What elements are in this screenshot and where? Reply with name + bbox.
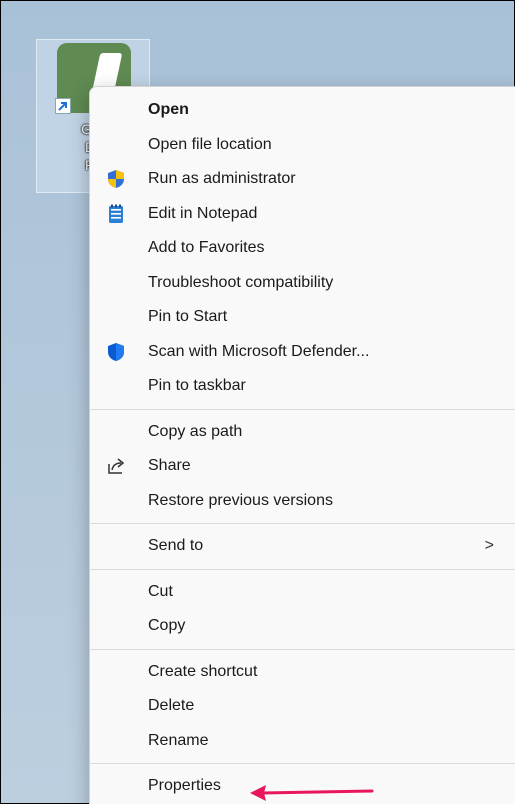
menu-item-label: Properties [148, 777, 221, 795]
menu-item-copy[interactable]: Copy [90, 609, 515, 644]
menu-item-label: Cut [148, 582, 173, 600]
context-menu: Open Open file location Run as administr… [89, 86, 515, 804]
menu-item-run-as-administrator[interactable]: Run as administrator [90, 162, 515, 197]
menu-item-add-to-favorites[interactable]: Add to Favorites [90, 231, 515, 266]
shortcut-arrow-icon [55, 98, 71, 114]
menu-item-cut[interactable]: Cut [90, 575, 515, 610]
menu-item-create-shortcut[interactable]: Create shortcut [90, 655, 515, 690]
menu-item-pin-to-start[interactable]: Pin to Start [90, 300, 515, 335]
menu-item-copy-as-path[interactable]: Copy as path [90, 415, 515, 450]
menu-item-rename[interactable]: Rename [90, 724, 515, 759]
menu-separator [90, 408, 515, 410]
chevron-right-icon: > [484, 537, 494, 555]
menu-item-troubleshoot-compatibility[interactable]: Troubleshoot compatibility [90, 266, 515, 301]
menu-item-pin-to-taskbar[interactable]: Pin to taskbar [90, 369, 515, 404]
menu-item-label: Open file location [148, 135, 272, 153]
menu-item-delete[interactable]: Delete [90, 689, 515, 724]
menu-item-send-to[interactable]: Send to > [90, 529, 515, 564]
menu-item-label: Pin to Start [148, 308, 228, 326]
annotation-arrow-icon [250, 785, 374, 801]
menu-item-restore-previous-versions[interactable]: Restore previous versions [90, 484, 515, 519]
menu-item-share[interactable]: Share [90, 449, 515, 484]
menu-separator [90, 523, 515, 524]
menu-item-label: Troubleshoot compatibility [148, 273, 334, 291]
menu-separator [90, 763, 515, 764]
menu-item-label: Send to [148, 537, 204, 555]
menu-item-edit-in-notepad[interactable]: Edit in Notepad [90, 197, 515, 232]
menu-separator [90, 648, 515, 650]
notepad-icon [106, 204, 126, 224]
menu-item-label: Scan with Microsoft Defender... [148, 342, 370, 360]
menu-item-label: Rename [148, 731, 209, 749]
menu-item-label: Pin to taskbar [148, 377, 246, 395]
menu-item-label: Add to Favorites [148, 239, 265, 257]
menu-item-label: Copy as path [148, 422, 243, 440]
defender-shield-icon [106, 342, 126, 362]
menu-item-open-file-location[interactable]: Open file location [90, 128, 515, 163]
menu-item-label: Edit in Notepad [148, 204, 258, 222]
share-icon [106, 456, 126, 476]
menu-item-open[interactable]: Open [90, 93, 515, 128]
menu-item-label: Create shortcut [148, 662, 258, 680]
menu-item-label: Share [148, 457, 191, 475]
menu-item-scan-with-defender[interactable]: Scan with Microsoft Defender... [90, 335, 515, 370]
menu-item-label: Delete [148, 697, 195, 715]
menu-item-label: Open [148, 101, 189, 119]
uac-shield-icon [106, 169, 126, 189]
menu-item-label: Copy [148, 617, 186, 635]
menu-separator [90, 568, 515, 570]
menu-item-label: Run as administrator [148, 170, 296, 188]
menu-item-label: Restore previous versions [148, 491, 333, 509]
